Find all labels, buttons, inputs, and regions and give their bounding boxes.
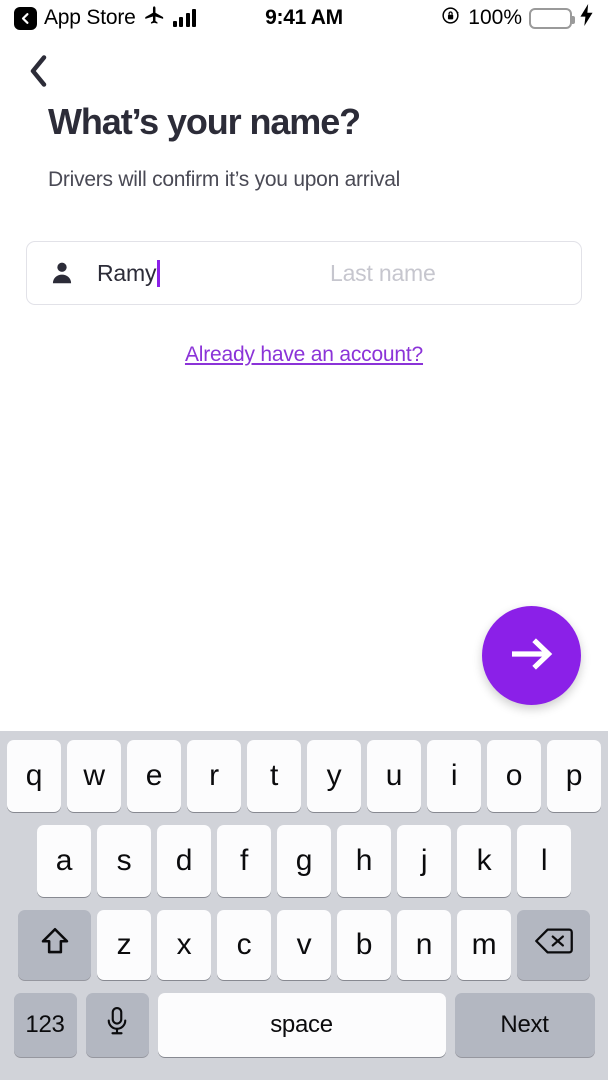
airplane-mode-icon (143, 4, 166, 33)
microphone-icon (104, 1006, 130, 1044)
next-fab-button[interactable] (482, 606, 581, 705)
last-name-input-placeholder[interactable]: Last name (330, 260, 436, 287)
key-v[interactable]: v (277, 910, 331, 980)
key-u[interactable]: u (367, 740, 421, 812)
keyboard-row-1: q w e r t y u i o p (0, 740, 608, 812)
key-l[interactable]: l (517, 825, 571, 897)
shift-key[interactable] (18, 910, 91, 980)
key-d[interactable]: d (157, 825, 211, 897)
status-bar: App Store 9:41 AM 100% (0, 0, 608, 36)
key-h[interactable]: h (337, 825, 391, 897)
rotation-lock-icon (440, 5, 461, 32)
keyboard-row-4: 123 space Next (0, 993, 608, 1057)
keyboard-row-3: z x c v b n m (0, 910, 608, 980)
key-z[interactable]: z (97, 910, 151, 980)
status-bar-app-label[interactable]: App Store (44, 6, 136, 30)
key-r[interactable]: r (187, 740, 241, 812)
lightning-bolt-icon (579, 4, 594, 32)
key-b[interactable]: b (337, 910, 391, 980)
key-s[interactable]: s (97, 825, 151, 897)
battery-percent-label: 100% (468, 6, 522, 29)
status-bar-left[interactable]: App Store (14, 4, 197, 33)
first-name-input[interactable]: Ramy (97, 259, 161, 287)
keyboard-row-2: a s d f g h j k l (0, 825, 608, 897)
on-screen-keyboard: q w e r t y u i o p a s d f g h j k l z … (0, 731, 608, 1080)
back-button[interactable] (18, 54, 58, 92)
backspace-icon (534, 927, 573, 963)
name-input-field[interactable]: Ramy Last name (26, 241, 582, 305)
key-p[interactable]: p (547, 740, 601, 812)
key-m[interactable]: m (457, 910, 511, 980)
key-g[interactable]: g (277, 825, 331, 897)
key-a[interactable]: a (37, 825, 91, 897)
arrow-right-icon (509, 637, 555, 674)
key-y[interactable]: y (307, 740, 361, 812)
space-key[interactable]: space (157, 993, 446, 1057)
text-caret (157, 259, 161, 287)
shift-arrow-icon (39, 925, 71, 965)
key-w[interactable]: w (67, 740, 121, 812)
backspace-key[interactable] (517, 910, 590, 980)
person-icon (49, 260, 75, 286)
chevron-left-icon (28, 54, 49, 92)
phone-screen: App Store 9:41 AM 100% What’s your name?… (0, 0, 608, 1080)
key-f[interactable]: f (217, 825, 271, 897)
first-name-value: Ramy (97, 259, 157, 286)
cellular-signal-icon (172, 9, 197, 27)
return-key[interactable]: Next (454, 993, 595, 1057)
status-bar-right: 100% (440, 4, 594, 32)
key-e[interactable]: e (127, 740, 181, 812)
key-q[interactable]: q (7, 740, 61, 812)
page-subtitle: Drivers will confirm it’s you upon arriv… (48, 168, 401, 191)
numbers-key[interactable]: 123 (13, 993, 77, 1057)
dictation-key[interactable] (85, 993, 149, 1057)
already-have-account-link[interactable]: Already have an account? (0, 343, 608, 367)
key-c[interactable]: c (217, 910, 271, 980)
battery-icon (529, 7, 575, 29)
key-t[interactable]: t (247, 740, 301, 812)
key-i[interactable]: i (427, 740, 481, 812)
key-o[interactable]: o (487, 740, 541, 812)
key-j[interactable]: j (397, 825, 451, 897)
key-k[interactable]: k (457, 825, 511, 897)
page-title: What’s your name? (48, 101, 361, 142)
key-n[interactable]: n (397, 910, 451, 980)
key-x[interactable]: x (157, 910, 211, 980)
back-chevron-icon[interactable] (14, 6, 37, 30)
